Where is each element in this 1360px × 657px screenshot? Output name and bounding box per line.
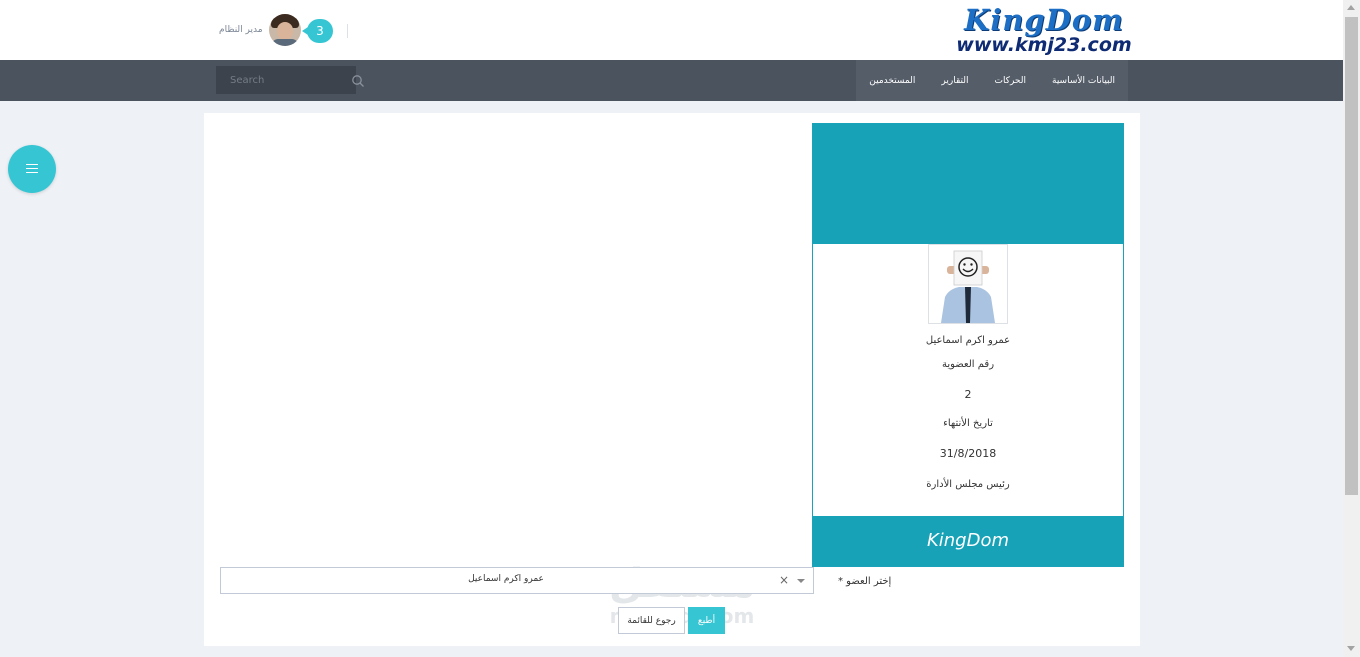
page-scrollbar[interactable]: [1343, 0, 1360, 657]
avatar[interactable]: [268, 14, 301, 46]
search-box: [216, 66, 356, 94]
logo[interactable]: KingDom www.kmj23.com: [924, 4, 1164, 56]
member-photo-image: [929, 245, 1007, 323]
scroll-up-arrow-icon[interactable]: [1347, 5, 1355, 10]
avatar-shirt: [271, 39, 298, 46]
print-button[interactable]: أطبع: [688, 607, 725, 634]
membership-number: 2: [964, 388, 972, 401]
card-header: [813, 124, 1123, 244]
nav-item-reports[interactable]: التقارير: [928, 76, 981, 86]
expiry-date: 31/8/2018: [939, 447, 997, 460]
nav-item-users[interactable]: المستخدمين: [856, 76, 928, 86]
avatar-face: [276, 22, 293, 40]
nav-item-transactions[interactable]: الحركات: [981, 76, 1039, 86]
search-icon[interactable]: [351, 74, 365, 88]
expiry-date-label: تاريخ الأنتهاء: [943, 418, 993, 429]
logo-url: www.kmj23.com: [956, 34, 1132, 56]
user-menu[interactable]: مدير النظام: [219, 14, 301, 46]
nav-menu: البيانات الأساسية الحركات التقارير المست…: [856, 60, 1128, 101]
member-select-label: إختر العضو *: [838, 576, 892, 587]
main-navbar: البيانات الأساسية الحركات التقارير المست…: [0, 60, 1343, 101]
logo-title: KingDom: [964, 3, 1124, 37]
member-name: عمرو اكرم اسماعيل: [925, 335, 1011, 346]
member-photo: [928, 244, 1008, 324]
member-select-value: عمرو اكرم اسماعيل: [468, 574, 544, 584]
scrollbar-thumb[interactable]: [1345, 17, 1358, 495]
hamburger-line: [26, 164, 38, 165]
top-header: مدير النظام 3 KingDom www.kmj23.com: [0, 0, 1343, 60]
nav-item-basic-data[interactable]: البيانات الأساسية: [1039, 76, 1128, 86]
scroll-down-arrow-icon[interactable]: [1347, 646, 1355, 651]
search-input[interactable]: [216, 66, 356, 94]
membership-number-label: رقم العضوية: [941, 359, 995, 370]
sidebar-toggle-button[interactable]: [8, 145, 56, 193]
membership-card: عمرو اكرم اسماعيل رقم العضوية 2 تاريخ ال…: [812, 123, 1124, 567]
notification-badge[interactable]: 3: [302, 19, 333, 43]
close-icon[interactable]: ×: [779, 573, 789, 587]
chevron-down-icon[interactable]: [797, 579, 805, 583]
back-to-list-button[interactable]: رجوع للقائمة: [618, 607, 685, 634]
hamburger-line: [26, 172, 38, 173]
header-divider: [347, 24, 348, 38]
card-footer-brand: KingDom: [813, 516, 1123, 566]
member-select[interactable]: عمرو اكرم اسماعيل ×: [220, 567, 814, 594]
member-position: رئيس مجلس الأدارة: [926, 479, 1010, 490]
hamburger-line: [26, 168, 38, 169]
user-name[interactable]: مدير النظام: [219, 25, 263, 35]
